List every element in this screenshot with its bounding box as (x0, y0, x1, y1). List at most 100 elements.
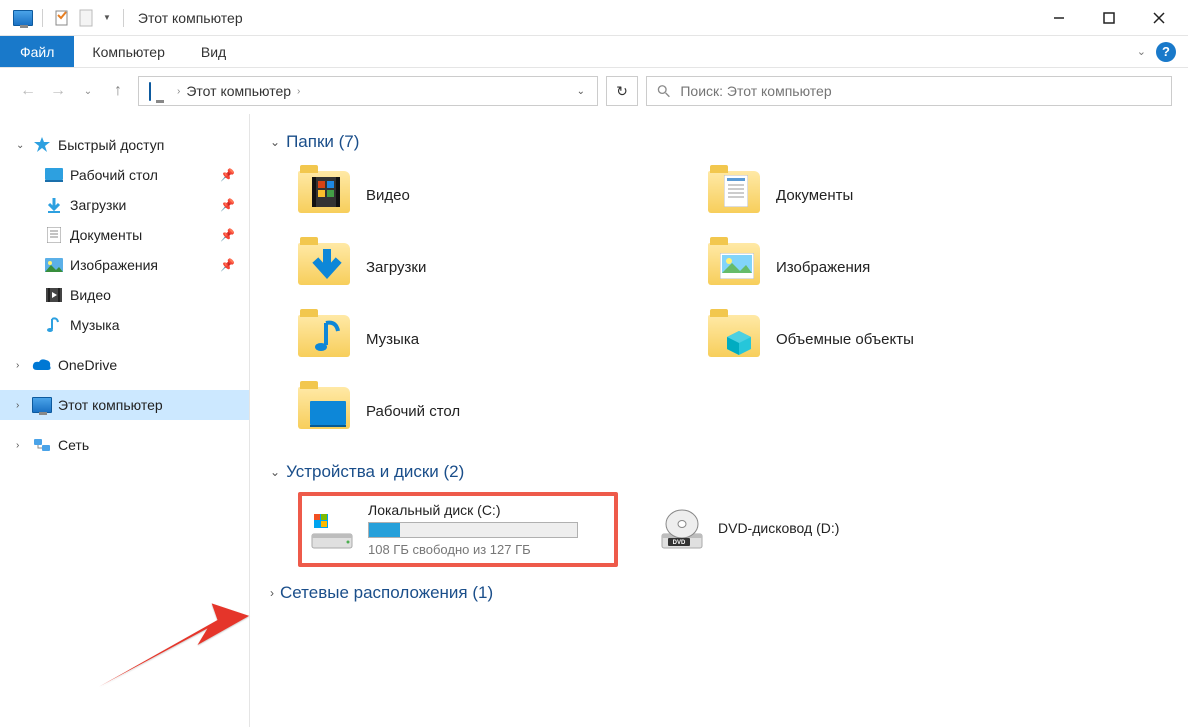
folder-documents[interactable]: Документы (708, 162, 1088, 228)
hdd-icon (308, 506, 356, 554)
up-button[interactable]: ↑ (106, 79, 130, 103)
sidebar-item-label: Музыка (70, 317, 120, 333)
address-bar[interactable]: › Этот компьютер › ⌄ (138, 76, 598, 106)
sidebar-quick-access[interactable]: ⌄ Быстрый доступ (0, 130, 249, 160)
sidebar-item-label: Сеть (58, 437, 89, 453)
chevron-down-icon: ⌄ (270, 465, 280, 479)
drives-row: Локальный диск (C:) 108 ГБ свободно из 1… (298, 492, 1168, 567)
pictures-icon (44, 256, 64, 274)
sidebar-network[interactable]: › Сеть (0, 430, 249, 460)
drive-c[interactable]: Локальный диск (C:) 108 ГБ свободно из 1… (308, 502, 608, 557)
chevron-right-icon[interactable]: › (16, 400, 26, 411)
this-pc-icon (149, 83, 169, 99)
new-folder-icon[interactable] (75, 7, 97, 29)
videos-icon (44, 286, 64, 304)
folder-3d-objects[interactable]: Объемные объекты (708, 306, 1088, 372)
sidebar-item-label: Загрузки (70, 197, 126, 213)
folder-icon (298, 315, 352, 363)
drive-usage-bar (368, 522, 578, 538)
section-title: Папки (7) (286, 132, 359, 152)
folder-icon (708, 243, 762, 291)
sidebar-onedrive[interactable]: › OneDrive (0, 350, 249, 380)
network-icon (32, 436, 52, 454)
sidebar-item-label: Рабочий стол (70, 167, 158, 183)
separator (123, 9, 124, 27)
chevron-down-icon[interactable]: ⌄ (16, 140, 26, 151)
tab-file[interactable]: Файл (0, 36, 74, 67)
help-icon[interactable]: ? (1156, 42, 1176, 62)
section-folders[interactable]: ⌄ Папки (7) (270, 132, 1168, 152)
minimize-button[interactable] (1034, 0, 1084, 36)
sidebar-item-downloads[interactable]: Загрузки 📌 (0, 190, 249, 220)
folder-icon (298, 387, 352, 435)
section-drives[interactable]: ⌄ Устройства и диски (2) (270, 462, 1168, 482)
sidebar-item-videos[interactable]: Видео (0, 280, 249, 310)
folder-label: Изображения (776, 259, 870, 276)
ribbon-collapse-icon[interactable]: ⌄ (1137, 45, 1146, 58)
cloud-icon (32, 356, 52, 374)
folder-icon (708, 315, 762, 363)
folder-music[interactable]: Музыка (298, 306, 678, 372)
desktop-icon (44, 166, 64, 184)
sidebar-item-label: Быстрый доступ (58, 137, 164, 153)
chevron-right-icon[interactable]: › (175, 86, 182, 97)
breadcrumb-location[interactable]: Этот компьютер (182, 83, 295, 99)
address-dropdown[interactable]: ⌄ (569, 86, 593, 97)
this-pc-icon (12, 7, 34, 29)
qat-dropdown[interactable]: ▼ (103, 13, 111, 22)
pin-icon: 📌 (220, 168, 235, 182)
pin-icon: 📌 (220, 198, 235, 212)
refresh-button[interactable]: ↻ (606, 76, 638, 106)
section-title: Устройства и диски (2) (286, 462, 464, 482)
search-input[interactable] (680, 83, 1161, 99)
sidebar-this-pc[interactable]: › Этот компьютер (0, 390, 249, 420)
window-controls (1034, 0, 1184, 36)
tab-view[interactable]: Вид (183, 36, 244, 67)
navigation-pane: ⌄ Быстрый доступ Рабочий стол 📌 Загрузки… (0, 114, 250, 727)
tab-computer[interactable]: Компьютер (74, 36, 182, 67)
content-pane: ⌄ Папки (7) Видео Документы Загрузки Изо… (250, 114, 1188, 727)
folder-pictures[interactable]: Изображения (708, 234, 1088, 300)
folder-downloads[interactable]: Загрузки (298, 234, 678, 300)
folder-label: Объемные объекты (776, 331, 914, 348)
documents-icon (44, 226, 64, 244)
navigation-bar: ← → ⌄ ↑ › Этот компьютер › ⌄ ↻ (0, 68, 1188, 114)
pin-icon: 📌 (220, 258, 235, 272)
star-icon (32, 136, 52, 154)
folder-desktop[interactable]: Рабочий стол (298, 378, 678, 444)
pin-icon: 📌 (220, 228, 235, 242)
sidebar-item-pictures[interactable]: Изображения 📌 (0, 250, 249, 280)
sidebar-item-label: Этот компьютер (58, 397, 163, 413)
sidebar-item-label: Документы (70, 227, 142, 243)
sidebar-item-label: OneDrive (58, 357, 117, 373)
search-box[interactable] (646, 76, 1172, 106)
downloads-icon (44, 196, 64, 214)
sidebar-item-label: Видео (70, 287, 111, 303)
sidebar-item-documents[interactable]: Документы 📌 (0, 220, 249, 250)
chevron-right-icon[interactable]: › (16, 440, 26, 451)
chevron-right-icon[interactable]: › (16, 360, 26, 371)
section-title: Сетевые расположения (1) (280, 583, 493, 603)
folder-videos[interactable]: Видео (298, 162, 678, 228)
sidebar-item-desktop[interactable]: Рабочий стол 📌 (0, 160, 249, 190)
close-button[interactable] (1134, 0, 1184, 36)
highlight-annotation: Локальный диск (C:) 108 ГБ свободно из 1… (298, 492, 618, 567)
forward-button[interactable]: → (46, 79, 70, 103)
quick-access-toolbar: ▼ (4, 7, 130, 29)
separator (42, 9, 43, 27)
sidebar-item-music[interactable]: Музыка (0, 310, 249, 340)
chevron-right-icon[interactable]: › (295, 86, 302, 97)
drive-d[interactable]: DVD DVD-дисковод (D:) (658, 506, 918, 554)
this-pc-icon (32, 396, 52, 414)
folder-icon (298, 243, 352, 291)
back-button[interactable]: ← (16, 79, 40, 103)
folder-label: Загрузки (366, 259, 426, 276)
folders-grid: Видео Документы Загрузки Изображения Муз… (298, 162, 1168, 444)
maximize-button[interactable] (1084, 0, 1134, 36)
title-bar: ▼ Этот компьютер (0, 0, 1188, 36)
properties-icon[interactable] (51, 7, 73, 29)
folder-label: Документы (776, 187, 853, 204)
section-network-locations[interactable]: › Сетевые расположения (1) (270, 583, 1168, 603)
chevron-down-icon: ⌄ (270, 135, 280, 149)
recent-locations-dropdown[interactable]: ⌄ (76, 79, 100, 103)
